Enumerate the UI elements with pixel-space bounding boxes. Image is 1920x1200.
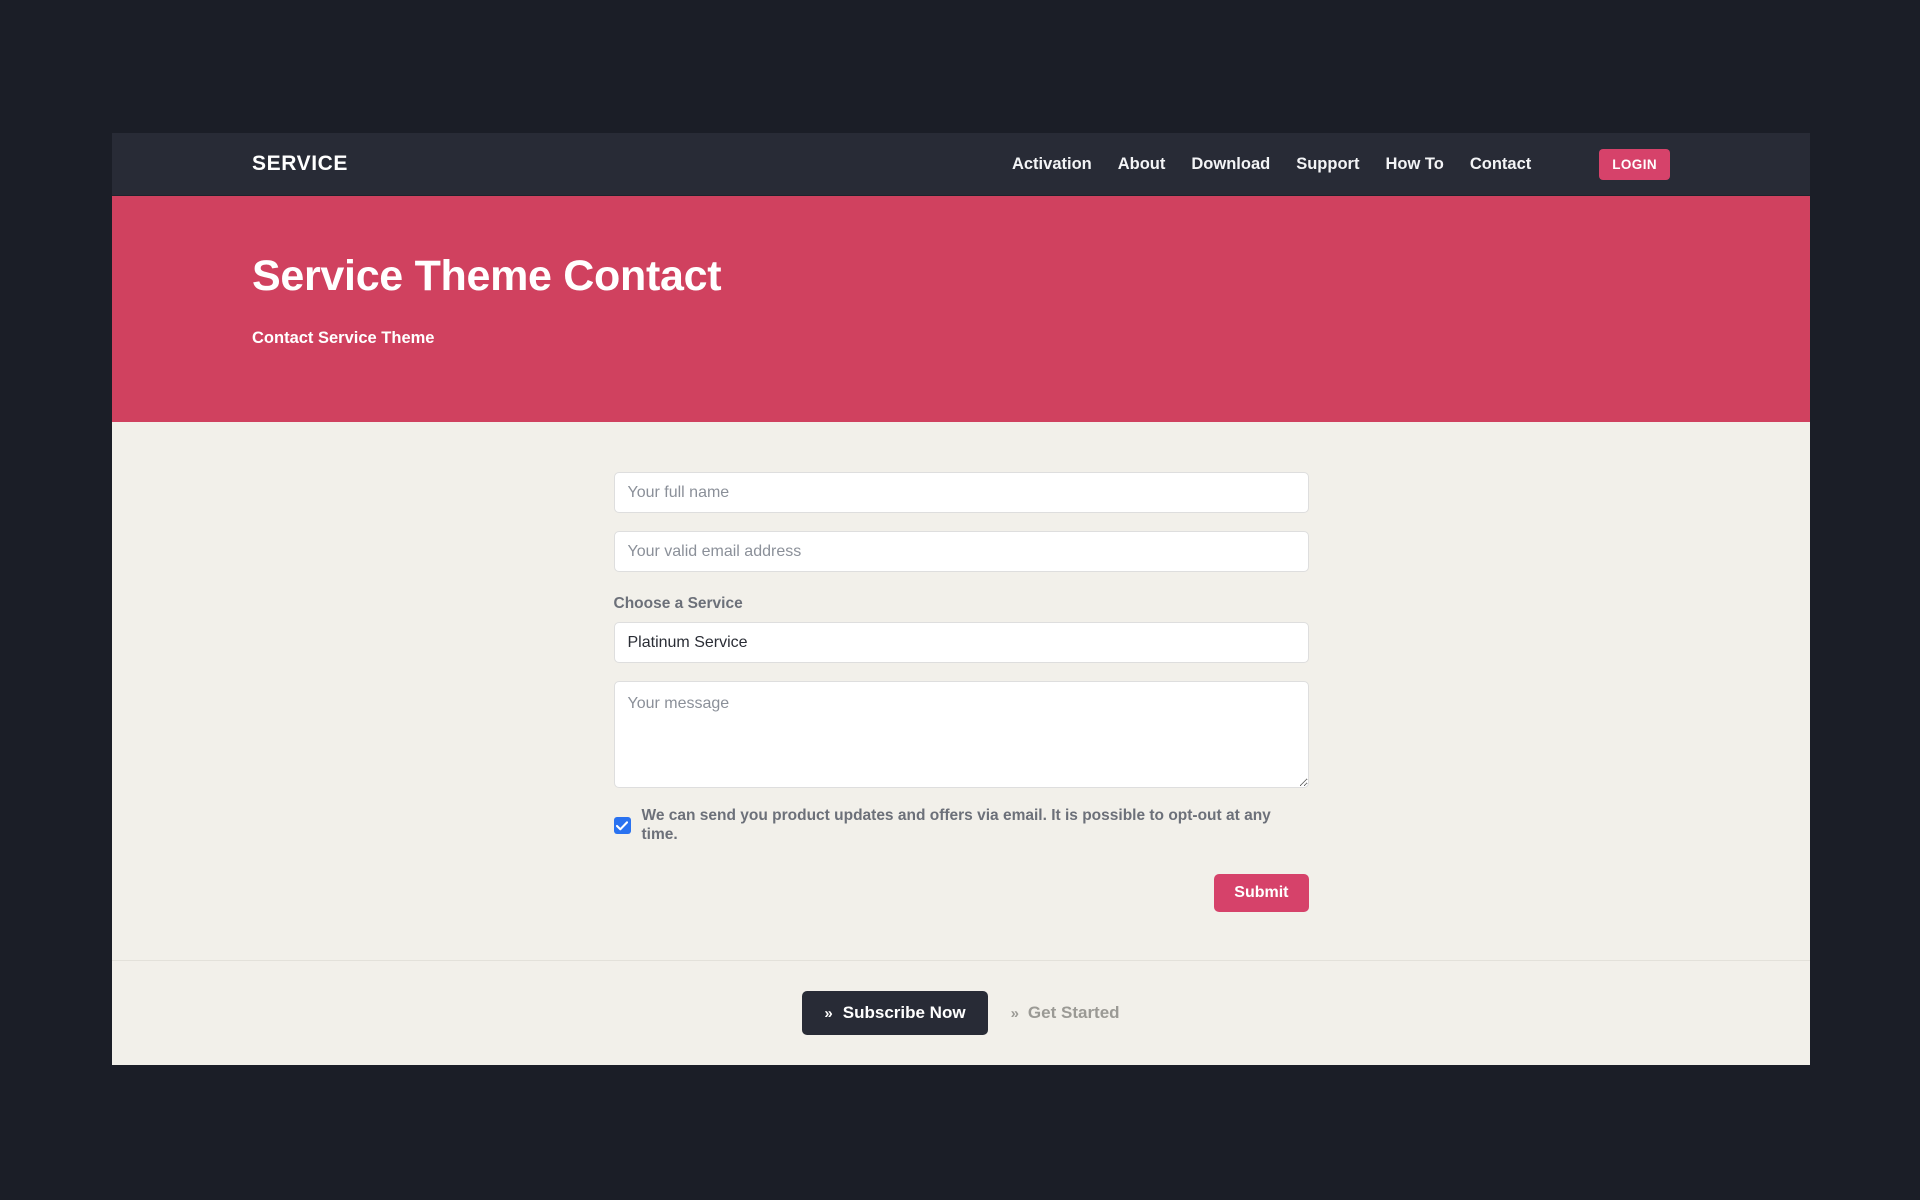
message-textarea[interactable] <box>613 681 1309 788</box>
main-navigation: Activation About Download Support How To… <box>1012 148 1670 180</box>
brand-logo[interactable]: SERVICE <box>252 152 348 176</box>
site-footer: » Subscribe Now » Get Started <box>112 960 1810 1065</box>
contact-form: Choose a Service Platinum Service We can… <box>613 472 1309 913</box>
service-label: Choose a Service <box>613 595 743 612</box>
submit-button[interactable]: Submit <box>1214 874 1309 913</box>
nav-item-contact[interactable]: Contact <box>1470 155 1531 174</box>
consent-row: We can send you product updates and offe… <box>613 807 1309 844</box>
full-name-input[interactable] <box>613 472 1309 513</box>
service-select[interactable]: Platinum Service <box>613 622 1309 663</box>
subscribe-now-button[interactable]: » Subscribe Now <box>802 991 988 1035</box>
nav-item-activation[interactable]: Activation <box>1012 155 1092 174</box>
subscribe-now-label: Subscribe Now <box>842 1003 966 1022</box>
nav-item-how-to[interactable]: How To <box>1385 155 1443 174</box>
double-chevron-right-icon: » <box>824 1004 833 1022</box>
get-started-link[interactable]: » Get Started <box>1011 1003 1120 1023</box>
submit-row: Submit <box>614 874 1309 913</box>
hero-banner: Service Theme Contact Contact Service Th… <box>112 196 1810 422</box>
page-subtitle: Contact Service Theme <box>252 329 435 348</box>
site-header: SERVICE Activation About Download Suppor… <box>112 133 1810 196</box>
login-button[interactable]: LOGIN <box>1599 148 1670 180</box>
main-content: Choose a Service Platinum Service We can… <box>112 422 1810 960</box>
nav-item-about[interactable]: About <box>1118 155 1166 174</box>
consent-label: We can send you product updates and offe… <box>641 807 1271 843</box>
consent-checkbox[interactable] <box>613 817 631 835</box>
get-started-label: Get Started <box>1027 1003 1120 1022</box>
page-title: Service Theme Contact <box>252 252 722 300</box>
checkmark-icon <box>616 820 628 830</box>
nav-item-download[interactable]: Download <box>1191 155 1270 174</box>
site-page: SERVICE Activation About Download Suppor… <box>112 133 1810 1065</box>
nav-item-support[interactable]: Support <box>1296 155 1359 174</box>
double-chevron-right-icon: » <box>1010 1004 1019 1022</box>
email-input[interactable] <box>613 531 1309 572</box>
